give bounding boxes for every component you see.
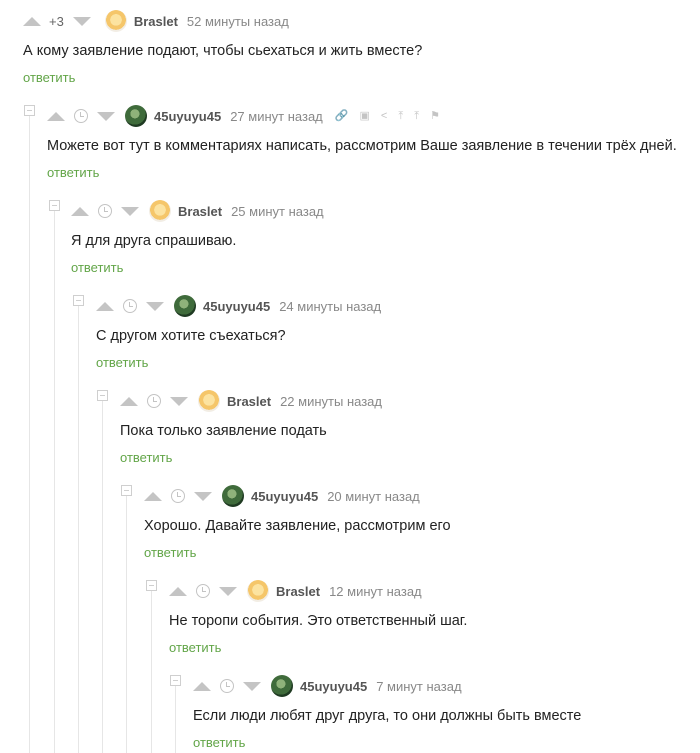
comment-text: А кому заявление подают, чтобы сьехаться… [23,43,423,59]
vote-down-icon[interactable] [219,586,237,596]
comment-timestamp[interactable]: 27 минут назад [230,109,323,124]
vote-down-icon[interactable] [243,681,261,691]
avatar[interactable] [247,580,269,602]
collapse-button[interactable] [97,390,108,401]
avatar[interactable] [104,10,127,32]
pin-icon[interactable]: ⤒ [398,110,403,122]
flag-icon[interactable]: ⚑ [430,110,440,122]
comment-text: Хорошо. Давайте заявление, рассмотрим ег… [144,518,451,534]
comment-text: Не торопи события. Это ответственный шаг… [169,613,468,629]
clock-icon [123,299,137,313]
clock-icon [74,109,88,123]
collapse-button[interactable] [24,105,35,116]
vote-down-icon[interactable] [121,206,139,216]
comment-timestamp[interactable]: 7 минут назад [376,679,461,694]
collapse-button[interactable] [49,200,60,211]
comment-text: Я для друга спрашиваю. [71,233,237,249]
reply-link[interactable]: ответить [120,450,172,465]
clock-icon [171,489,185,503]
vote-up-icon[interactable] [23,16,41,26]
comment-timestamp[interactable]: 12 минут назад [329,584,422,599]
comment-author[interactable]: 45uyuyu45 [154,109,221,124]
save-icon[interactable]: ▣ [359,110,369,122]
vote-down-icon[interactable] [72,16,91,26]
clock-icon [98,204,112,218]
vote-up-icon[interactable] [120,396,138,406]
vote-down-icon[interactable] [146,301,164,311]
avatar[interactable] [222,485,244,507]
vote-down-icon[interactable] [170,396,188,406]
link-icon[interactable]: 🔗 [335,110,349,122]
comment-timestamp[interactable]: 24 минуты назад [279,299,381,314]
avatar[interactable] [149,200,171,222]
collapse-button[interactable] [73,295,84,306]
thread-line [29,114,30,753]
reply-link[interactable]: ответить [96,355,148,370]
collapse-button[interactable] [170,675,181,686]
reply-link[interactable]: ответить [23,70,75,85]
comment-text: Можете вот тут в комментариях написать, … [47,138,677,154]
vote-up-icon[interactable] [193,681,211,691]
comment-header: Braslet 25 минут назад [71,200,324,222]
vote-up-icon[interactable] [144,491,162,501]
comment-author[interactable]: 45uyuyu45 [203,299,270,314]
comment-header: 45uyuyu45 24 минуты назад [96,295,381,317]
avatar[interactable] [174,295,196,317]
comment-author[interactable]: Braslet [178,204,222,219]
clock-icon [196,584,210,598]
comment-author[interactable]: 45uyuyu45 [251,489,318,504]
vote-down-icon[interactable] [194,491,212,501]
reply-link[interactable]: ответить [169,640,221,655]
avatar[interactable] [198,390,220,412]
thread-line [78,303,79,753]
comment-timestamp[interactable]: 22 минуты назад [280,394,382,409]
tree-icon[interactable]: ⤒ [414,110,419,122]
comment-header: 45uyuyu45 27 минут назад 🔗 ▣ < ⤒ ⤒ ⚑ [47,105,440,127]
comment-header: Braslet 22 минуты назад [120,390,382,412]
comment-header: 45uyuyu45 7 минут назад [193,675,462,697]
comment-header: Braslet 12 минут назад [169,580,422,602]
collapse-button[interactable] [146,580,157,591]
thread-line [126,493,127,753]
comment-text: С другом хотите съехаться? [96,328,286,344]
comment-text: Если люди любят друг друга, то они должн… [193,708,582,724]
comment-header: +3 Braslet 52 минуты назад [23,10,289,32]
comment-score: +3 [49,13,64,29]
share-icon[interactable]: < [381,110,387,122]
avatar[interactable] [125,105,147,127]
vote-up-icon[interactable] [47,111,65,121]
comment-timestamp[interactable]: 20 минут назад [327,489,420,504]
comment-timestamp[interactable]: 52 минуты назад [187,14,289,29]
clock-icon [220,679,234,693]
thread-line [54,208,55,753]
vote-up-icon[interactable] [169,586,187,596]
comment-author[interactable]: Braslet [134,14,178,29]
vote-up-icon[interactable] [71,206,89,216]
comment-text: Пока только заявление подать [120,423,327,439]
reply-link[interactable]: ответить [71,260,123,275]
collapse-button[interactable] [121,485,132,496]
reply-link[interactable]: ответить [47,165,99,180]
comment-timestamp[interactable]: 25 минут назад [231,204,324,219]
clock-icon [147,394,161,408]
comment-author[interactable]: 45uyuyu45 [300,679,367,694]
vote-down-icon[interactable] [97,111,115,121]
thread-line [175,683,176,753]
thread-line [151,588,152,753]
reply-link[interactable]: ответить [193,735,245,750]
comment-author[interactable]: Braslet [227,394,271,409]
avatar[interactable] [271,675,293,697]
comment-header: 45uyuyu45 20 минут назад [144,485,420,507]
comment-actions: 🔗 ▣ < ⤒ ⤒ ⚑ [335,110,440,122]
thread-line [102,398,103,753]
reply-link[interactable]: ответить [144,545,196,560]
vote-up-icon[interactable] [96,301,114,311]
comment-author[interactable]: Braslet [276,584,320,599]
